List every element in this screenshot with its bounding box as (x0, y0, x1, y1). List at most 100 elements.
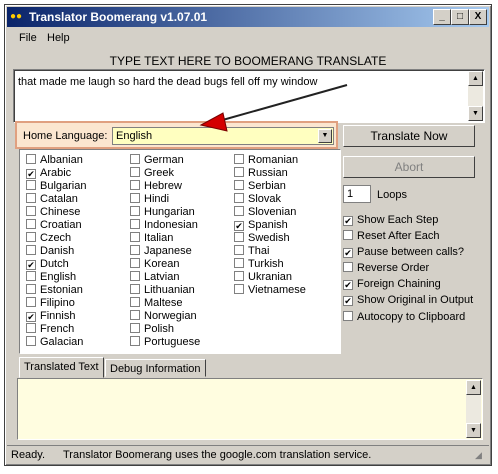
checkbox[interactable] (130, 219, 140, 229)
language-checkbox-slovenian[interactable]: Slovenian (234, 206, 296, 219)
language-checkbox-czech[interactable]: Czech (26, 232, 71, 245)
language-checkbox-romanian[interactable]: Romanian (234, 154, 298, 167)
option-show-original-in-output[interactable]: ✔ Show Original in Output (343, 293, 473, 307)
scroll-down-icon[interactable]: ▼ (468, 106, 483, 121)
language-checkbox-vietnamese[interactable]: Vietnamese (234, 284, 306, 297)
translate-now-button[interactable]: Translate Now (343, 125, 475, 147)
tab-debug-information[interactable]: Debug Information (105, 359, 206, 377)
language-checkbox-albanian[interactable]: Albanian (26, 154, 83, 167)
input-scrollbar[interactable]: ▲ ▼ (468, 71, 483, 121)
language-checkbox-croatian[interactable]: Croatian (26, 219, 82, 232)
checkbox[interactable] (26, 271, 36, 281)
language-checkbox-portuguese[interactable]: Portuguese (130, 336, 200, 349)
language-checkbox-norwegian[interactable]: Norwegian (130, 310, 197, 323)
maximize-button[interactable]: □ (451, 9, 469, 25)
checkmark-icon[interactable]: ✔ (343, 216, 353, 226)
language-checkbox-english[interactable]: English (26, 271, 76, 284)
title-bar[interactable]: ●● Translator Boomerang v1.07.01 _ □ X (7, 7, 489, 27)
checkmark-icon[interactable]: ✔ (343, 296, 353, 306)
checkbox[interactable] (26, 297, 36, 307)
minimize-button[interactable]: _ (433, 9, 451, 25)
language-checkbox-hungarian[interactable]: Hungarian (130, 206, 195, 219)
language-checkbox-polish[interactable]: Polish (130, 323, 174, 336)
language-checkbox-chinese[interactable]: Chinese (26, 206, 80, 219)
checkbox[interactable] (234, 271, 244, 281)
checkbox[interactable] (26, 245, 36, 255)
checkmark-icon[interactable]: ✔ (26, 312, 36, 322)
checkbox[interactable] (130, 258, 140, 268)
checkbox[interactable] (26, 206, 36, 216)
option-reset-after-each[interactable]: Reset After Each (343, 229, 440, 243)
language-checkbox-hindi[interactable]: Hindi (130, 193, 169, 206)
language-checkbox-swedish[interactable]: Swedish (234, 232, 290, 245)
option-pause-between-calls[interactable]: ✔ Pause between calls? (343, 245, 464, 259)
checkbox[interactable] (234, 180, 244, 190)
checkbox[interactable] (130, 193, 140, 203)
output-scrollbar[interactable]: ▲ ▼ (466, 380, 481, 438)
language-checkbox-dutch[interactable]: ✔ Dutch (26, 258, 69, 271)
scroll-up-icon[interactable]: ▲ (466, 380, 481, 395)
checkbox[interactable] (26, 180, 36, 190)
language-checkbox-latvian[interactable]: Latvian (130, 271, 179, 284)
checkbox[interactable] (130, 167, 140, 177)
language-checkbox-serbian[interactable]: Serbian (234, 180, 286, 193)
checkbox[interactable] (234, 167, 244, 177)
menu-help[interactable]: Help (47, 32, 70, 44)
option-show-each-step[interactable]: ✔ Show Each Step (343, 213, 438, 227)
checkmark-icon[interactable]: ✔ (343, 248, 353, 258)
language-checkbox-french[interactable]: French (26, 323, 74, 336)
language-checkbox-estonian[interactable]: Estonian (26, 284, 83, 297)
checkbox[interactable] (234, 193, 244, 203)
language-checkbox-arabic[interactable]: ✔ Arabic (26, 167, 71, 180)
checkmark-icon[interactable]: ✔ (343, 280, 353, 290)
option-foreign-chaining[interactable]: ✔ Foreign Chaining (343, 277, 441, 291)
language-checkbox-indonesian[interactable]: Indonesian (130, 219, 198, 232)
checkbox[interactable] (234, 154, 244, 164)
language-checkbox-greek[interactable]: Greek (130, 167, 174, 180)
source-text-input[interactable]: that made me laugh so hard the dead bugs… (13, 69, 485, 123)
checkbox[interactable] (130, 245, 140, 255)
close-button[interactable]: X (469, 9, 487, 25)
language-checkbox-spanish[interactable]: ✔ Spanish (234, 219, 288, 232)
checkbox[interactable] (130, 232, 140, 242)
checkbox[interactable] (343, 230, 353, 240)
language-checkbox-catalan[interactable]: Catalan (26, 193, 78, 206)
language-checkbox-german[interactable]: German (130, 154, 184, 167)
language-checkbox-maltese[interactable]: Maltese (130, 297, 183, 310)
language-checkbox-finnish[interactable]: ✔ Finnish (26, 310, 75, 323)
checkbox[interactable] (26, 219, 36, 229)
language-checkbox-slovak[interactable]: Slovak (234, 193, 281, 206)
language-checkbox-japanese[interactable]: Japanese (130, 245, 192, 258)
menu-file[interactable]: File (19, 32, 37, 44)
checkbox[interactable] (130, 284, 140, 294)
language-checkbox-hebrew[interactable]: Hebrew (130, 180, 182, 193)
checkbox[interactable] (26, 284, 36, 294)
option-reverse-order[interactable]: Reverse Order (343, 261, 429, 275)
checkbox[interactable] (130, 271, 140, 281)
checkbox[interactable] (234, 206, 244, 216)
checkbox[interactable] (130, 336, 140, 346)
checkbox[interactable] (234, 284, 244, 294)
checkbox[interactable] (26, 193, 36, 203)
language-checkbox-filipino[interactable]: Filipino (26, 297, 75, 310)
language-checkbox-galacian[interactable]: Galacian (26, 336, 83, 349)
option-autocopy-to-clipboard[interactable]: Autocopy to Clipboard (343, 310, 465, 324)
scroll-up-icon[interactable]: ▲ (468, 71, 483, 86)
translated-output[interactable]: ▲ ▼ (17, 378, 483, 440)
checkbox[interactable] (130, 323, 140, 333)
checkbox[interactable] (234, 245, 244, 255)
checkbox[interactable] (26, 323, 36, 333)
loops-input[interactable]: 1 (343, 185, 371, 203)
size-grip-icon[interactable]: ◢ (475, 450, 487, 462)
language-checkbox-ukranian[interactable]: Ukranian (234, 271, 292, 284)
checkbox[interactable] (26, 154, 36, 164)
language-checkbox-bulgarian[interactable]: Bulgarian (26, 180, 86, 193)
language-checkbox-thai[interactable]: Thai (234, 245, 269, 258)
checkbox[interactable] (26, 232, 36, 242)
language-checkbox-italian[interactable]: Italian (130, 232, 173, 245)
checkmark-icon[interactable]: ✔ (234, 221, 244, 231)
language-checkbox-korean[interactable]: Korean (130, 258, 179, 271)
checkbox[interactable] (130, 206, 140, 216)
language-checkbox-lithuanian[interactable]: Lithuanian (130, 284, 195, 297)
tab-translated-text[interactable]: Translated Text (19, 357, 104, 378)
